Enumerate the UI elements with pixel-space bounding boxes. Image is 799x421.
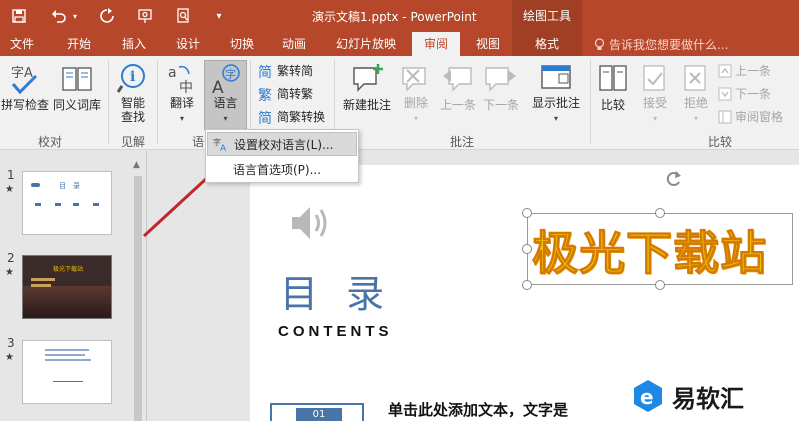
svg-text:A: A — [220, 144, 227, 152]
language-preferences-label: 语言首选项(P)... — [233, 162, 322, 177]
language-preferences-item[interactable]: 语言首选项(P)... — [207, 157, 357, 181]
set-proofing-language-item[interactable]: 字A 设置校对语言(L)... — [207, 132, 357, 156]
proofing-language-icon: 字A — [213, 137, 227, 152]
set-proofing-language-label: 设置校对语言(L)... — [234, 137, 334, 152]
language-dropdown-menu: 字A 设置校对语言(L)... 语言首选项(P)... — [205, 129, 359, 183]
annotation-arrow — [142, 153, 234, 238]
powerpoint-window: ▾ ▾ 演示文稿1.pptx - PowerPoint 绘图工具 文件 开始 插… — [0, 0, 799, 421]
